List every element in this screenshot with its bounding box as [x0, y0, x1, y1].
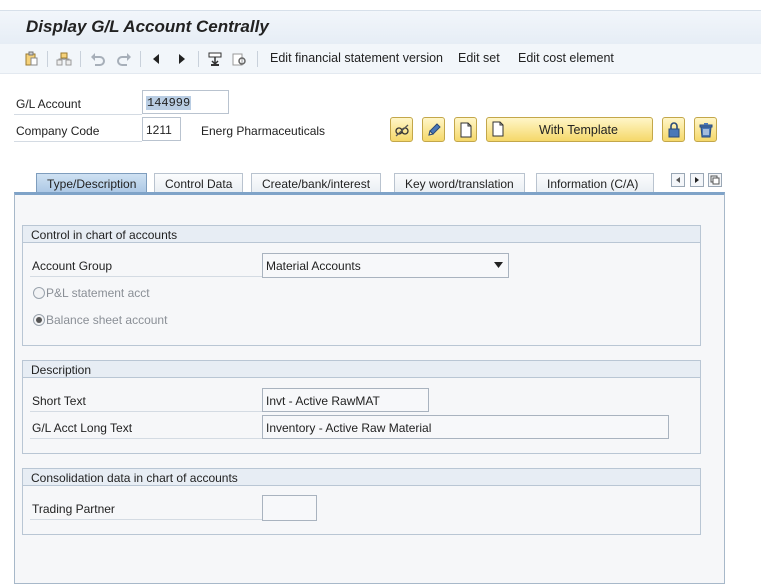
tab-control-data[interactable]: Control Data [154, 173, 244, 193]
tab-key-word-translation[interactable]: Key word/translation [394, 173, 525, 193]
toolbar-separator [80, 51, 81, 67]
toolbar-separator [47, 51, 48, 67]
toolbar-separator [140, 51, 141, 67]
display-change-button[interactable] [390, 117, 413, 142]
edit-fs-version-button[interactable]: Edit financial statement version [270, 51, 443, 65]
trash-icon [698, 122, 714, 138]
field-underline [30, 438, 262, 439]
tab-create-bank-interest[interactable]: Create/bank/interest [251, 173, 382, 193]
balance-sheet-label: Balance sheet account [46, 313, 168, 327]
toolbar-separator [198, 51, 199, 67]
lock-icon [666, 121, 682, 138]
delete-button[interactable] [694, 117, 717, 142]
with-template-button[interactable]: With Template [486, 117, 653, 142]
block-button[interactable] [662, 117, 685, 142]
field-underline [30, 276, 262, 277]
group-header: Consolidation data in chart of accounts [23, 469, 700, 486]
window-title: Display G/L Account Centrally [26, 17, 269, 36]
redo-icon[interactable] [116, 51, 132, 67]
account-group-value: Material Accounts [266, 259, 361, 273]
balance-sheet-radio[interactable] [33, 314, 45, 326]
trading-partner-field[interactable] [262, 495, 317, 521]
field-underline [14, 141, 142, 142]
application-toolbar: Edit financial statement version Edit se… [0, 44, 761, 74]
chevron-right-icon [693, 176, 701, 184]
undo-icon[interactable] [90, 51, 106, 67]
change-button[interactable] [422, 117, 445, 142]
next-icon[interactable] [174, 51, 190, 67]
tab-scroll-left-button[interactable] [671, 173, 685, 187]
create-button[interactable] [454, 117, 477, 142]
account-group-select[interactable]: Material Accounts [262, 253, 509, 278]
chevron-down-icon [494, 262, 503, 268]
company-code-label: Company Code [16, 124, 100, 138]
pencil-icon [426, 122, 442, 138]
trading-partner-label: Trading Partner [32, 502, 115, 516]
gl-account-input[interactable]: 144999 [142, 90, 229, 114]
field-underline [30, 519, 262, 520]
tab-list-button[interactable] [708, 173, 722, 187]
new-document-icon [490, 121, 506, 137]
group-header: Description [23, 361, 700, 378]
short-text-field[interactable]: Invt - Active RawMAT [262, 388, 429, 412]
find-icon[interactable] [231, 51, 247, 67]
tab-type-description[interactable]: Type/Description [36, 173, 148, 194]
tab-information-ca[interactable]: Information (C/A) [536, 173, 654, 193]
edit-cost-element-button[interactable]: Edit cost element [518, 51, 614, 65]
group-header: Control in chart of accounts [23, 226, 700, 243]
pl-statement-label: P&L statement acct [46, 286, 150, 300]
new-document-icon [458, 122, 474, 138]
account-group-label: Account Group [32, 259, 113, 273]
hierarchy-icon[interactable] [56, 51, 72, 67]
chevron-left-icon [674, 176, 682, 184]
previous-icon[interactable] [148, 51, 164, 67]
tab-scroll-right-button[interactable] [690, 173, 704, 187]
field-underline [14, 114, 142, 115]
field-underline [30, 411, 262, 412]
tab-list-icon [710, 175, 720, 185]
gl-account-value: 144999 [146, 96, 192, 110]
short-text-label: Short Text [32, 394, 86, 408]
company-name: Energ Pharmaceuticals [201, 124, 326, 138]
gl-account-label: G/L Account [16, 97, 81, 111]
edit-set-button[interactable]: Edit set [458, 51, 500, 65]
pl-statement-radio[interactable] [33, 287, 45, 299]
title-bar: Display G/L Account Centrally [0, 10, 761, 44]
print-icon[interactable] [207, 51, 223, 67]
clipboard-icon[interactable] [23, 51, 39, 67]
with-template-label: With Template [539, 123, 618, 137]
company-code-input[interactable]: 1211 [142, 117, 181, 141]
toolbar-separator [257, 51, 258, 67]
consolidation-group: Consolidation data in chart of accounts [22, 468, 701, 535]
long-text-label: G/L Acct Long Text [32, 421, 133, 435]
glasses-pencil-icon [394, 122, 410, 138]
long-text-field[interactable]: Inventory - Active Raw Material [262, 415, 669, 439]
